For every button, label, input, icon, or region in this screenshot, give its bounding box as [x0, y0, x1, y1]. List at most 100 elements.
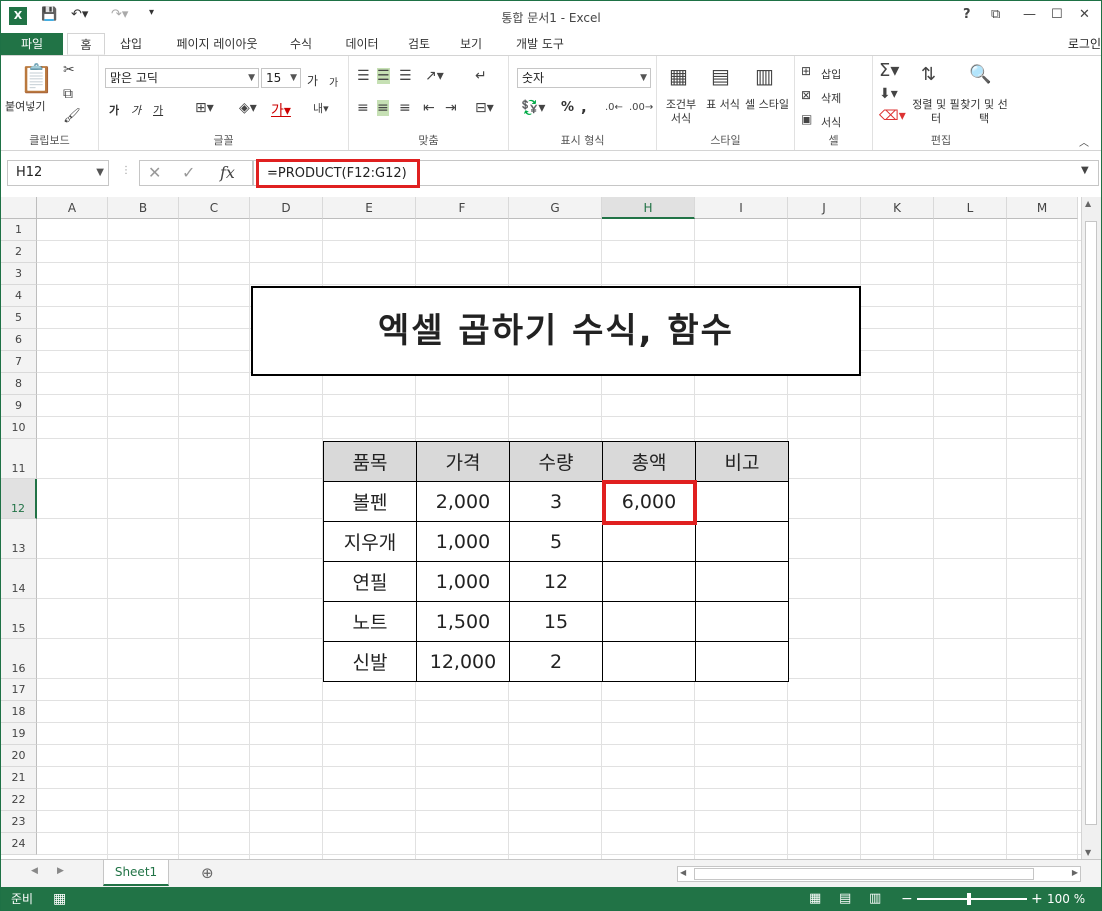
- tab-developer[interactable]: 개발 도구: [507, 33, 573, 55]
- table-header-cell[interactable]: 비고: [695, 441, 789, 482]
- fill-icon[interactable]: ⬇▾: [879, 86, 898, 102]
- table-cell[interactable]: [602, 561, 696, 602]
- align-bottom-icon[interactable]: ☰: [399, 68, 412, 84]
- row-header-12[interactable]: 12: [1, 479, 37, 519]
- sheet-title[interactable]: 엑셀 곱하기 수식, 함수: [251, 286, 861, 376]
- enter-icon[interactable]: ✓: [182, 163, 195, 182]
- page-layout-view-icon[interactable]: ▤: [839, 887, 851, 910]
- increase-decimal-icon[interactable]: .0←: [605, 102, 623, 113]
- row-header-6[interactable]: 6: [1, 329, 37, 351]
- expand-formula-icon[interactable]: ▼: [1081, 165, 1089, 176]
- column-header-K[interactable]: K: [861, 197, 934, 219]
- table-cell[interactable]: [695, 601, 789, 642]
- table-cell[interactable]: [602, 641, 696, 682]
- wrap-text-icon[interactable]: ↵: [475, 68, 487, 84]
- table-cell[interactable]: 연필: [323, 561, 417, 602]
- tab-file[interactable]: 파일: [1, 33, 63, 55]
- cell-styles-button[interactable]: 셀 스타일: [745, 98, 789, 112]
- format-table-button[interactable]: 표 서식: [705, 98, 741, 112]
- tab-review[interactable]: 검토: [401, 33, 437, 55]
- table-cell[interactable]: 노트: [323, 601, 417, 642]
- table-cell[interactable]: 1,000: [416, 561, 510, 602]
- orientation-icon[interactable]: ↗▾: [425, 68, 444, 84]
- insert-cells-button[interactable]: 삽입: [821, 66, 841, 82]
- column-header-I[interactable]: I: [695, 197, 788, 219]
- underline-button[interactable]: 가: [153, 102, 163, 118]
- row-header-2[interactable]: 2: [1, 241, 37, 263]
- conditional-format-icon[interactable]: ▦: [669, 64, 688, 88]
- column-header-F[interactable]: F: [416, 197, 509, 219]
- name-box[interactable]: H12 ▼: [7, 160, 109, 186]
- horizontal-scrollbar[interactable]: ◀ ▶: [677, 866, 1081, 882]
- cell-styles-icon[interactable]: ▥: [755, 64, 774, 88]
- table-cell[interactable]: 2,000: [416, 481, 510, 522]
- column-header-J[interactable]: J: [788, 197, 861, 219]
- minimize-icon[interactable]: —: [1023, 7, 1036, 22]
- next-sheet-icon[interactable]: ▶: [57, 866, 64, 876]
- scroll-right-icon[interactable]: ▶: [1072, 868, 1078, 877]
- shrink-font-button[interactable]: 가: [329, 74, 338, 89]
- table-header-cell[interactable]: 수량: [509, 441, 603, 482]
- conditional-format-button[interactable]: 조건부 서식: [661, 98, 701, 126]
- find-select-button[interactable]: 찾기 및 선택: [959, 98, 1009, 126]
- table-header-cell[interactable]: 총액: [602, 441, 696, 482]
- vertical-scroll-thumb[interactable]: [1085, 221, 1097, 825]
- format-cells-icon[interactable]: ▣: [801, 112, 812, 126]
- worksheet-grid[interactable]: 엑셀 곱하기 수식, 함수 품목 가격 수량 총액 비고 볼펜 2,000 3 6,000 지우개…: [1, 197, 1101, 859]
- zoom-level[interactable]: 100 %: [1047, 887, 1085, 910]
- font-name-select[interactable]: 맑은 고딕 ▼: [105, 68, 259, 88]
- table-header-cell[interactable]: 가격: [416, 441, 510, 482]
- row-header-14[interactable]: 14: [1, 559, 37, 599]
- row-header-21[interactable]: 21: [1, 767, 37, 789]
- cancel-icon[interactable]: ✕: [148, 163, 161, 182]
- column-header-D[interactable]: D: [250, 197, 323, 219]
- login-link[interactable]: 로그인: [1068, 33, 1101, 55]
- row-header-22[interactable]: 22: [1, 789, 37, 811]
- bold-button[interactable]: 가: [109, 102, 119, 118]
- row-header-18[interactable]: 18: [1, 701, 37, 723]
- table-cell[interactable]: 신발: [323, 641, 417, 682]
- table-cell[interactable]: 12: [509, 561, 603, 602]
- table-cell[interactable]: 15: [509, 601, 603, 642]
- prev-sheet-icon[interactable]: ◀: [31, 866, 38, 876]
- table-cell[interactable]: 12,000: [416, 641, 510, 682]
- table-cell[interactable]: [695, 641, 789, 682]
- tab-page-layout[interactable]: 페이지 레이아웃: [165, 33, 269, 55]
- align-top-icon[interactable]: ☰: [357, 68, 370, 84]
- zoom-slider-thumb[interactable]: [967, 893, 971, 905]
- scroll-left-icon[interactable]: ◀: [680, 868, 686, 877]
- tab-insert[interactable]: 삽입: [111, 33, 151, 55]
- scroll-down-icon[interactable]: ▼: [1085, 848, 1091, 857]
- zoom-in-icon[interactable]: +: [1031, 887, 1043, 910]
- align-left-icon[interactable]: ≡: [357, 100, 369, 116]
- copy-icon[interactable]: ⧉: [63, 86, 73, 102]
- row-header-17[interactable]: 17: [1, 679, 37, 701]
- align-right-icon[interactable]: ≡: [399, 100, 411, 116]
- align-middle-icon[interactable]: ☰: [377, 68, 390, 84]
- table-cell[interactable]: [695, 481, 789, 522]
- decrease-indent-icon[interactable]: ⇤: [423, 100, 435, 116]
- table-cell[interactable]: [602, 601, 696, 642]
- add-sheet-icon[interactable]: ⊕: [201, 864, 214, 882]
- italic-button[interactable]: 가: [131, 102, 141, 118]
- row-header-5[interactable]: 5: [1, 307, 37, 329]
- number-format-select[interactable]: 숫자 ▼: [517, 68, 651, 88]
- formula-text[interactable]: =PRODUCT(F12:G12): [256, 159, 420, 188]
- font-size-select[interactable]: 15 ▼: [261, 68, 301, 88]
- column-header-E[interactable]: E: [323, 197, 416, 219]
- maximize-icon[interactable]: ☐: [1051, 7, 1063, 22]
- normal-view-icon[interactable]: ▦: [809, 887, 821, 910]
- row-header-1[interactable]: 1: [1, 219, 37, 241]
- row-header-19[interactable]: 19: [1, 723, 37, 745]
- align-center-icon[interactable]: ≡: [377, 100, 389, 116]
- format-painter-icon[interactable]: 🖌: [63, 108, 81, 124]
- table-cell[interactable]: 2: [509, 641, 603, 682]
- delete-cells-icon[interactable]: ⊠: [801, 88, 811, 102]
- column-header-B[interactable]: B: [108, 197, 179, 219]
- percent-button[interactable]: %: [561, 100, 574, 115]
- page-break-view-icon[interactable]: ▥: [869, 887, 881, 910]
- cut-icon[interactable]: ✂: [63, 62, 75, 78]
- border-icon[interactable]: ⊞▾: [195, 100, 214, 116]
- row-header-8[interactable]: 8: [1, 373, 37, 395]
- tab-formulas[interactable]: 수식: [283, 33, 319, 55]
